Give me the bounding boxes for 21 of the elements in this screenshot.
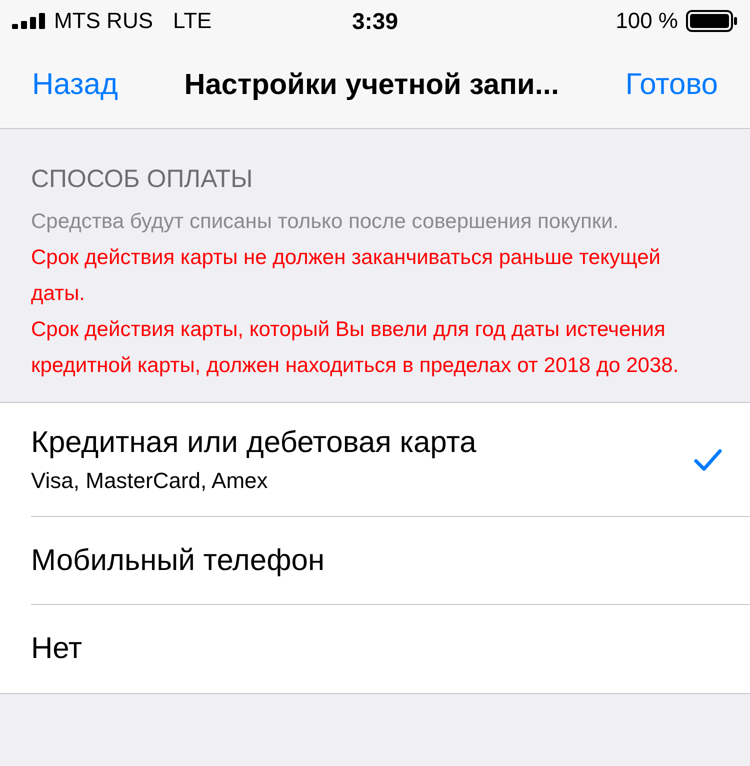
back-button[interactable]: Назад <box>32 68 118 102</box>
section-header: СПОСОБ ОПЛАТЫ <box>31 165 254 194</box>
error-message: Срок действия карты не должен заканчиваться раньше текущей даты. <box>31 245 662 307</box>
payment-option[interactable]: Нет <box>31 605 750 693</box>
screen-title: Настройки учетной запи... <box>184 68 560 102</box>
clock-time: 3:39 <box>352 8 398 34</box>
battery-percent: 100 % <box>616 8 678 34</box>
payment-option[interactable]: Кредитная или дебетовая карта Visa, MasterCard, Amex <box>31 403 750 517</box>
option-title: Нет <box>31 632 82 666</box>
option-title: Мобильный телефон <box>31 544 325 578</box>
option-subtitle: Visa, MasterCard, Amex <box>31 468 269 494</box>
signal-icon <box>12 13 46 29</box>
battery-icon <box>686 10 738 32</box>
network-type: LTE <box>173 8 212 34</box>
error-message: Срок действия карты, который Вы ввели для год даты истечения кредитной карты, должен находиться в пределах от 2018 до 2038. <box>31 317 680 379</box>
carrier-name: MTS RUS <box>54 8 153 34</box>
section-note: Средства будут списаны только после совершения покупки. <box>31 209 620 235</box>
option-title: Кредитная или дебетовая карта <box>31 426 476 460</box>
done-button[interactable]: Готово <box>625 68 718 102</box>
payment-option[interactable]: Мобильный телефон <box>31 517 750 605</box>
checkmark-icon <box>694 448 722 470</box>
